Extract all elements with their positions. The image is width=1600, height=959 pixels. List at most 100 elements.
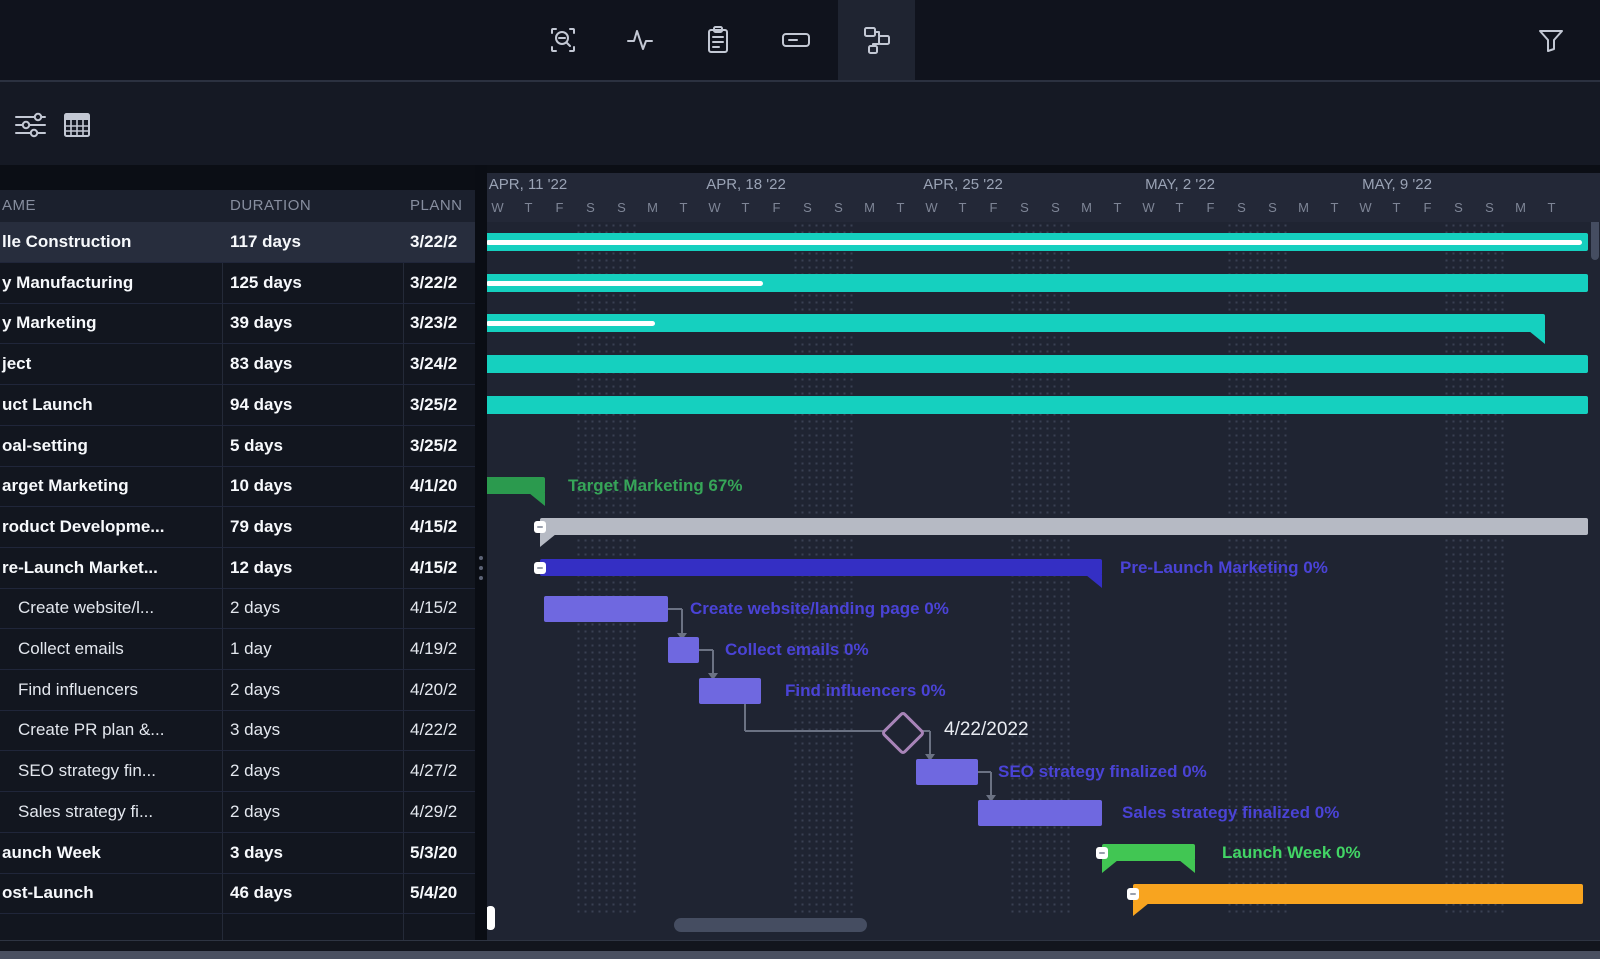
task-duration: 5 days [230,436,283,456]
display-settings-button[interactable] [12,108,48,147]
day-letter: T [680,200,688,215]
sales-strategy-bar[interactable] [978,800,1102,826]
bar-start-fold [540,534,556,547]
task-duration: 10 days [230,476,292,496]
task-duration: 2 days [230,598,280,618]
day-letter: S [1020,200,1029,215]
task-name: uct Launch [2,395,93,415]
bar-drag-handle[interactable] [534,521,546,533]
task-start-date: 5/4/20 [410,883,457,903]
target-marketing-bar[interactable] [487,477,545,494]
table-row[interactable]: Sales strategy fi...2 days4/29/2 [0,792,475,833]
column-header-duration: DURATION [230,197,311,214]
activity-icon [623,23,657,57]
bar-drag-handle[interactable] [1127,888,1139,900]
table-row[interactable]: Create PR plan &...3 days4/22/2 [0,710,475,751]
tab-tasklist[interactable] [679,0,756,80]
pre-launch-marketing-bar[interactable] [540,559,1102,576]
task-duration: 79 days [230,517,292,537]
table-row[interactable]: uct Launch94 days3/25/2 [0,385,475,426]
bar-drag-handle[interactable] [1096,847,1108,859]
table-row[interactable]: y Manufacturing125 days3/22/2 [0,263,475,304]
gantt-chart: Target Marketing 67%Pre-Launch Marketing… [487,165,1600,940]
dependency-connector [668,608,682,610]
table-row[interactable]: ost-Launch46 days5/4/20 [0,873,475,914]
gantt-view-icon [860,23,894,57]
task-start-date: 3/22/2 [410,273,457,293]
gantt-timeline-header: APR, 11 '22APR, 18 '22APR, 25 '22MAY, 2 … [487,173,1600,222]
day-letter: S [1268,200,1277,215]
task-name: y Marketing [2,313,96,333]
panel-splitter[interactable] [475,165,487,940]
task-start-date: 3/25/2 [410,436,457,456]
task-duration: 2 days [230,761,280,781]
tab-activity[interactable] [601,0,678,80]
launch-week-bar[interactable] [1102,844,1195,861]
task-name: SEO strategy fin... [18,761,156,781]
bar-view-icon [779,23,813,57]
bar-drag-handle[interactable] [534,562,546,574]
task-duration: 1 day [230,639,272,659]
task-duration: 83 days [230,354,292,374]
create-website-bar[interactable] [544,596,668,622]
horizontal-scrollbar-thumb[interactable] [674,918,867,932]
table-row[interactable]: arget Marketing10 days4/1/20 [0,466,475,507]
table-row[interactable]: lle Construction117 days3/22/2 [0,222,475,263]
table-row[interactable]: re-Launch Market...12 days4/15/2 [0,548,475,589]
seo-strategy-label: SEO strategy finalized 0% [998,761,1207,783]
day-letter: M [1515,200,1526,215]
milestone-date-label: 4/22/2022 [944,719,1029,741]
dependency-connector [929,731,931,754]
post-launch-bar[interactable] [1133,884,1583,904]
collect-emails-bar[interactable] [668,637,699,663]
table-row[interactable]: Find influencers2 days4/20/2 [0,670,475,711]
table-row[interactable]: oal-setting5 days3/25/2 [0,426,475,467]
day-letter: S [1237,200,1246,215]
product-development-bar[interactable] [540,518,1588,535]
top-toolbar [0,0,1600,80]
grid-view-button[interactable] [60,108,94,147]
sliders-icon [12,108,48,142]
table-row[interactable]: SEO strategy fin... 2 days 4/27/2 [0,751,475,792]
tab-gantt-view[interactable] [838,0,915,80]
dependency-connector [744,704,746,731]
week-label: MAY, 2 '22 [1145,176,1215,193]
day-letter: S [1485,200,1494,215]
table-row[interactable]: aunch Week3 days5/3/20 [0,833,475,874]
filter-button[interactable] [1512,0,1589,80]
table-row[interactable]: roduct Developme...79 days4/15/2 [0,507,475,548]
tasklist-icon [701,23,735,57]
task-start-date: 4/22/2 [410,720,457,740]
project-bar[interactable] [487,355,1588,373]
task-table: AMEDURATIONPLANN lle Construction117 day… [0,190,475,940]
tab-zoom-select[interactable] [524,0,601,80]
find-influencers-bar[interactable] [699,678,761,704]
table-row[interactable]: Create website/l...2 days4/15/2 [0,588,475,629]
dependency-connector [712,650,714,673]
task-duration: 2 days [230,802,280,822]
progress-line [487,321,655,326]
table-row[interactable]: y Marketing39 days3/23/2 [0,303,475,344]
table-header-strip [0,165,487,190]
view-options-toolbar [0,82,1600,165]
task-duration: 12 days [230,558,292,578]
task-duration: 46 days [230,883,292,903]
sales-strategy-label: Sales strategy finalized 0% [1122,802,1339,824]
bar-start-fold [1102,860,1118,873]
table-row[interactable]: Collect emails1 day4/19/2 [0,629,475,670]
task-duration: 2 days [230,680,280,700]
create-pr-plan-milestone[interactable] [880,710,925,755]
task-start-date: 4/27/2 [410,761,457,781]
task-name: Sales strategy fi... [18,802,153,822]
bar-end-fold [1529,331,1545,344]
zoom-select-icon [546,23,580,57]
table-row[interactable]: ject83 days3/24/2 [0,344,475,385]
task-name: y Manufacturing [2,273,133,293]
tab-bar-view[interactable] [757,0,834,80]
product-launch-bar[interactable] [487,396,1588,414]
day-letter: F [556,200,564,215]
seo-strategy-bar[interactable] [916,759,978,785]
day-letter: W [1359,200,1371,215]
day-letter: W [1142,200,1154,215]
column-header-plann: PLANN [410,197,463,214]
